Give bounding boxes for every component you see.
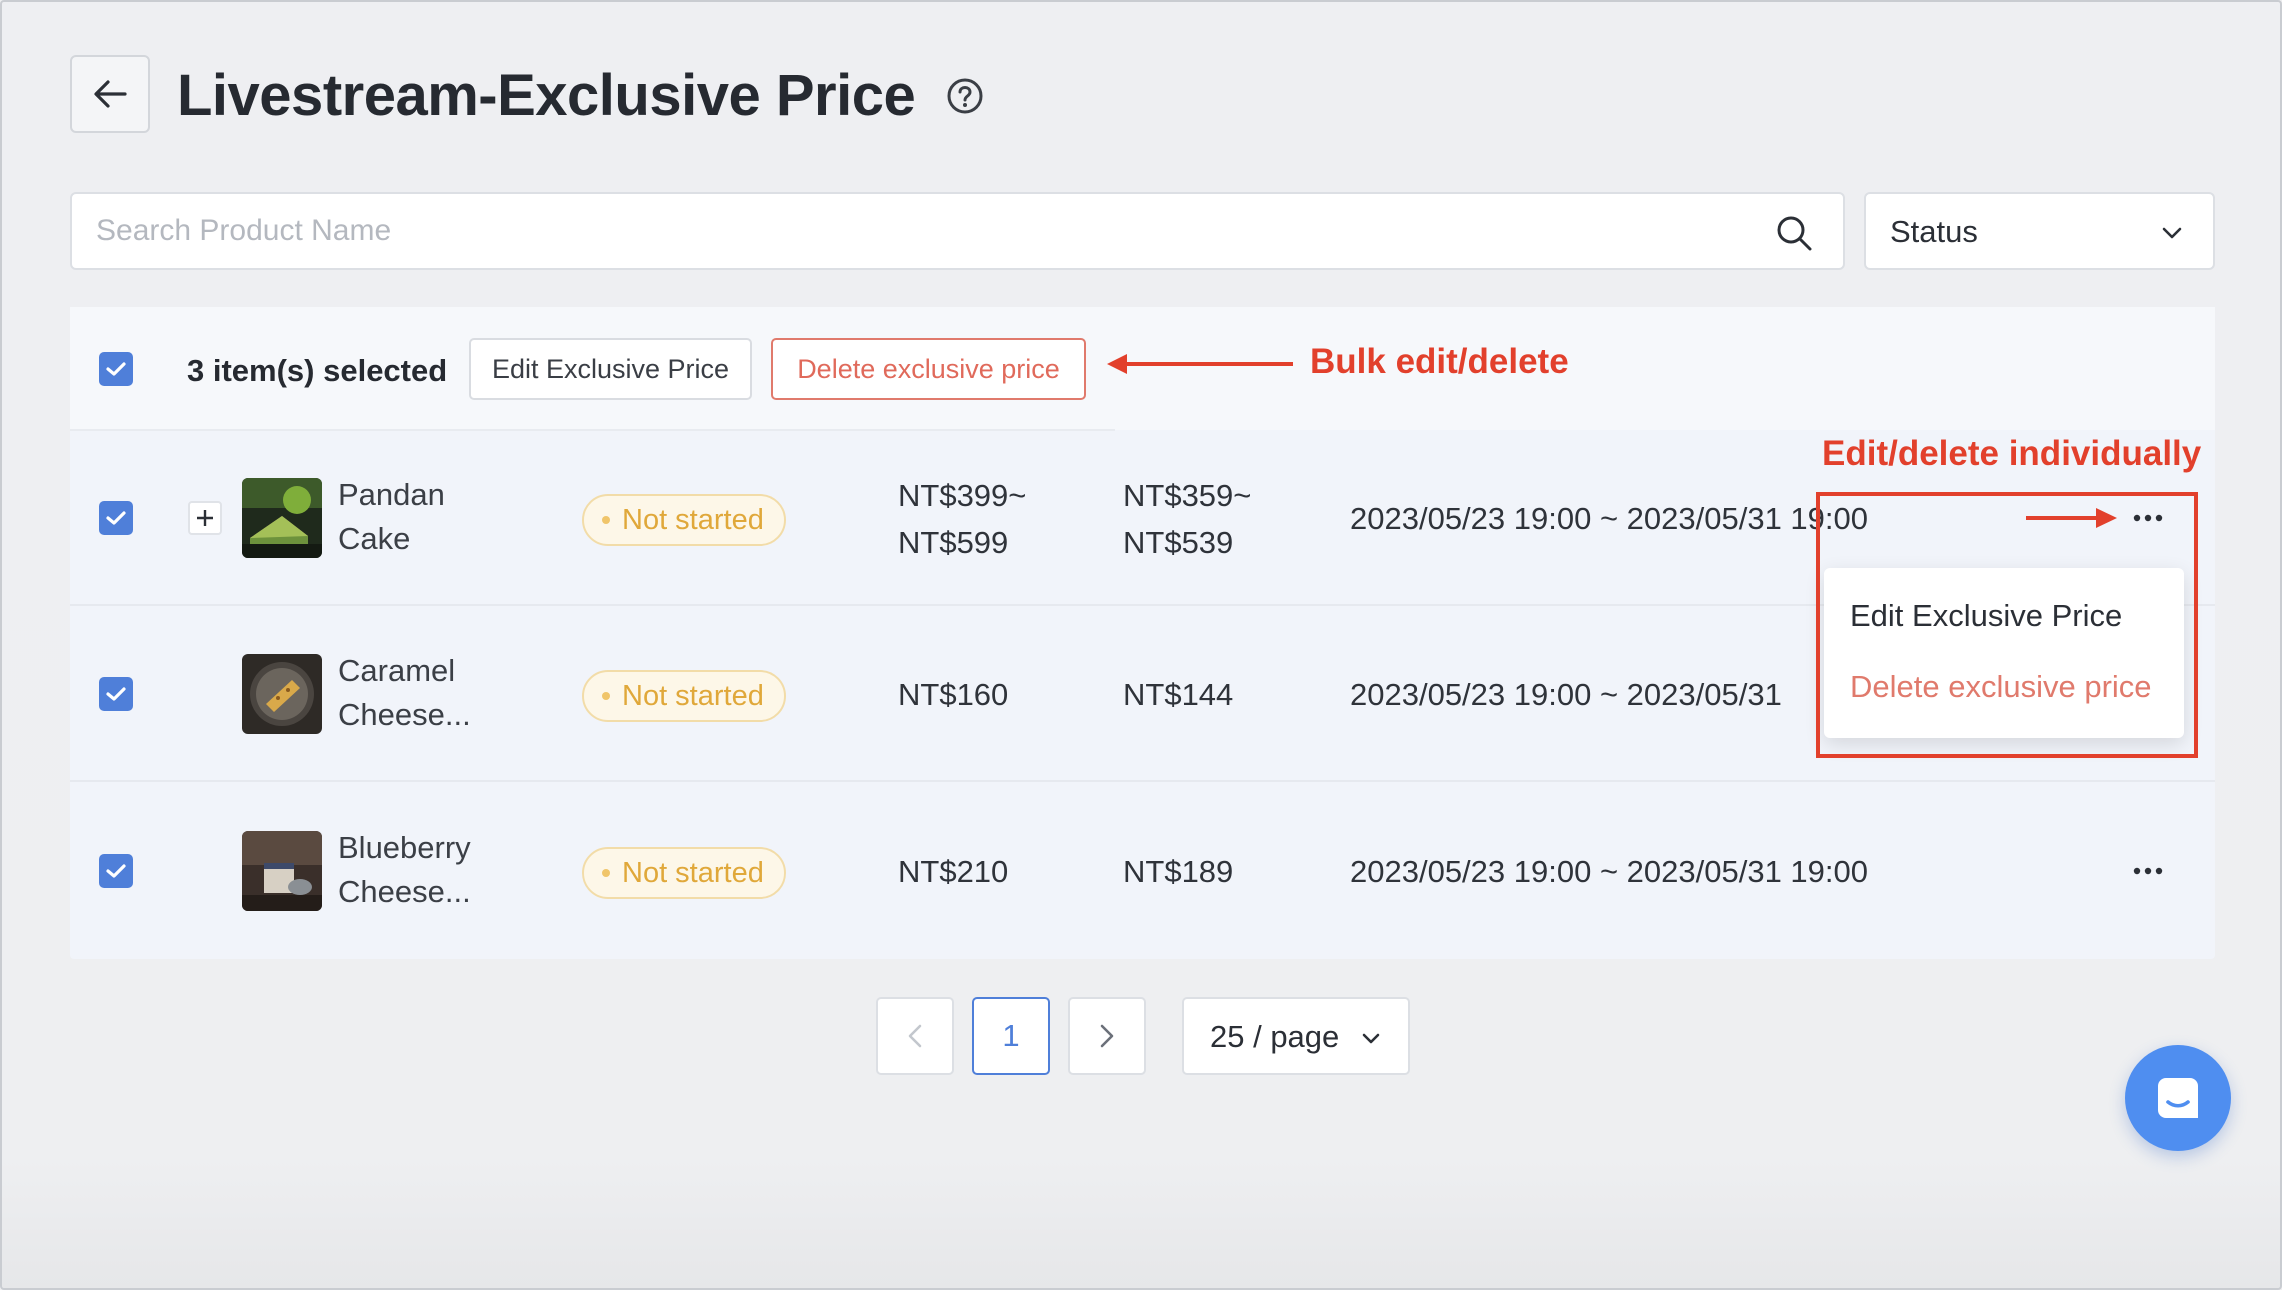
bulk-edit-button[interactable]: Edit Exclusive Price	[469, 338, 752, 400]
exclusive-period: 2023/05/23 19:00 ~ 2023/05/31	[1350, 677, 1782, 712]
product-image	[242, 831, 322, 911]
product-name-line: Blueberry	[338, 830, 471, 865]
bulk-delete-button[interactable]: Delete exclusive price	[771, 338, 1086, 400]
exclusive-period: 2023/05/23 19:00 ~ 2023/05/31 19:00	[1350, 501, 1869, 536]
status-badge-label: Not started	[622, 856, 764, 889]
search-box	[70, 192, 1845, 270]
annotation-arrow-right-icon	[2026, 508, 2117, 528]
product-name-line: Cheese...	[338, 874, 471, 909]
check-icon	[106, 511, 126, 525]
annotation-highlight-box	[1816, 492, 2198, 758]
status-badge: Not started	[582, 847, 786, 899]
row-checkbox[interactable]	[99, 854, 133, 888]
exclusive-price: NT$359~ NT$539	[1123, 472, 1251, 566]
back-button[interactable]	[70, 55, 150, 133]
product-name-line: Cake	[338, 521, 411, 556]
chat-icon	[2158, 1078, 2198, 1118]
exclusive-price: NT$144	[1123, 677, 1234, 712]
annotation-bulk: Bulk edit/delete	[1310, 342, 1569, 381]
product-image	[242, 654, 322, 734]
page-size-select[interactable]: 25 / page	[1182, 997, 1410, 1075]
ellipsis-icon	[2133, 867, 2163, 875]
status-badge-label: Not started	[622, 679, 764, 712]
arrow-left-icon	[94, 80, 127, 108]
status-dot	[602, 516, 610, 524]
expand-row-button[interactable]	[188, 501, 222, 535]
status-badge: Not started	[582, 670, 786, 722]
more-actions-button[interactable]	[2131, 854, 2165, 888]
product-name-line: Pandan	[338, 477, 445, 512]
check-icon	[106, 362, 126, 376]
plus-icon	[197, 510, 213, 526]
price-line: NT$359~	[1123, 478, 1252, 513]
chevron-down-icon	[1362, 1033, 1380, 1044]
selected-count: 3 item(s) selected	[187, 353, 448, 388]
page-title: Livestream-Exclusive Price	[177, 63, 916, 128]
status-select-label: Status	[1890, 214, 1978, 249]
product-name: Blueberry Cheese...	[338, 826, 498, 914]
exclusive-price: NT$189	[1123, 854, 1234, 889]
chevron-right-icon	[1100, 1024, 1114, 1048]
status-badge-label: Not started	[622, 503, 764, 536]
status-dot	[602, 692, 610, 700]
help-icon[interactable]	[945, 76, 985, 116]
price-line: NT$539	[1123, 525, 1234, 560]
page-number-button[interactable]: 1	[972, 997, 1050, 1075]
product-name-line: Caramel	[338, 653, 456, 688]
product-name: Pandan Cake	[338, 473, 498, 561]
price-line: NT$599	[898, 525, 1009, 560]
search-icon[interactable]	[1775, 214, 1813, 252]
exclusive-period: 2023/05/23 19:00 ~ 2023/05/31 19:00	[1350, 854, 1869, 889]
divider	[70, 780, 2215, 782]
check-icon	[106, 864, 126, 878]
app-frame: Livestream-Exclusive Price Status 3 item…	[0, 0, 2282, 1290]
annotation-individual: Edit/delete individually	[1822, 434, 2202, 473]
page-size-label: 25 / page	[1210, 1019, 1340, 1054]
product-name: Caramel Cheese...	[338, 649, 498, 737]
row-checkbox[interactable]	[99, 677, 133, 711]
prev-page-button[interactable]	[876, 997, 954, 1075]
chevron-down-icon	[2162, 227, 2182, 239]
product-image	[242, 478, 322, 558]
status-select[interactable]: Status	[1864, 192, 2215, 270]
original-price: NT$210	[898, 854, 1009, 889]
annotation-arrow-left-icon	[1107, 354, 1293, 374]
check-icon	[106, 687, 126, 701]
search-input[interactable]	[96, 194, 1746, 268]
status-badge: Not started	[582, 494, 786, 546]
product-name-line: Cheese...	[338, 697, 471, 732]
chat-launcher-button[interactable]	[2125, 1045, 2231, 1151]
chevron-left-icon	[908, 1024, 922, 1048]
original-price: NT$399~ NT$599	[898, 472, 1026, 566]
next-page-button[interactable]	[1068, 997, 1146, 1075]
price-line: NT$399~	[898, 478, 1027, 513]
select-all-checkbox[interactable]	[99, 352, 133, 386]
status-dot	[602, 869, 610, 877]
row-checkbox[interactable]	[99, 501, 133, 535]
original-price: NT$160	[898, 677, 1009, 712]
divider	[70, 429, 1115, 431]
